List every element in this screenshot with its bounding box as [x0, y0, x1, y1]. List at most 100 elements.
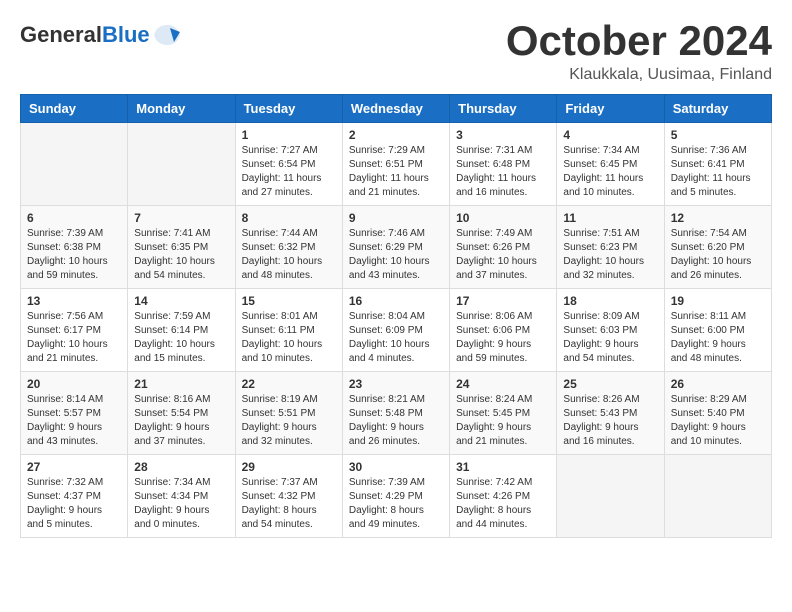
day-number: 29: [242, 460, 336, 474]
calendar-cell: 10 Sunrise: 7:49 AMSunset: 6:26 PMDayligh…: [450, 206, 557, 289]
day-of-week-header: Saturday: [664, 95, 771, 123]
day-number: 23: [349, 377, 443, 391]
day-number: 14: [134, 294, 228, 308]
day-info: Sunrise: 8:21 AMSunset: 5:48 PMDaylight:…: [349, 393, 443, 449]
calendar-cell: 2 Sunrise: 7:29 AMSunset: 6:51 PMDaylight…: [342, 123, 449, 206]
day-number: 16: [349, 294, 443, 308]
day-info: Sunrise: 8:26 AMSunset: 5:43 PMDaylight:…: [563, 393, 657, 449]
day-number: 21: [134, 377, 228, 391]
day-info: Sunrise: 7:44 AMSunset: 6:32 PMDaylight:…: [242, 227, 336, 283]
day-info: Sunrise: 7:29 AMSunset: 6:51 PMDaylight:…: [349, 144, 443, 200]
calendar-cell: 30 Sunrise: 7:39 AMSunset: 4:29 PMDayligh…: [342, 455, 449, 538]
calendar-cell: 11 Sunrise: 7:51 AMSunset: 6:23 PMDayligh…: [557, 206, 664, 289]
calendar-cell: 9 Sunrise: 7:46 AMSunset: 6:29 PMDaylight…: [342, 206, 449, 289]
day-number: 12: [671, 211, 765, 225]
day-of-week-header: Tuesday: [235, 95, 342, 123]
day-number: 27: [27, 460, 121, 474]
day-info: Sunrise: 7:42 AMSunset: 4:26 PMDaylight:…: [456, 476, 550, 532]
day-number: 3: [456, 128, 550, 142]
day-info: Sunrise: 8:01 AMSunset: 6:11 PMDaylight:…: [242, 310, 336, 366]
day-info: Sunrise: 8:14 AMSunset: 5:57 PMDaylight:…: [27, 393, 121, 449]
calendar-header-row: SundayMondayTuesdayWednesdayThursdayFrid…: [21, 95, 772, 123]
day-info: Sunrise: 7:39 AMSunset: 4:29 PMDaylight:…: [349, 476, 443, 532]
day-info: Sunrise: 7:49 AMSunset: 6:26 PMDaylight:…: [456, 227, 550, 283]
day-info: Sunrise: 7:39 AMSunset: 6:38 PMDaylight:…: [27, 227, 121, 283]
day-info: Sunrise: 7:37 AMSunset: 4:32 PMDaylight:…: [242, 476, 336, 532]
day-number: 13: [27, 294, 121, 308]
calendar-cell: 7 Sunrise: 7:41 AMSunset: 6:35 PMDaylight…: [128, 206, 235, 289]
day-of-week-header: Thursday: [450, 95, 557, 123]
day-info: Sunrise: 8:09 AMSunset: 6:03 PMDaylight:…: [563, 310, 657, 366]
calendar-cell: 13 Sunrise: 7:56 AMSunset: 6:17 PMDayligh…: [21, 289, 128, 372]
day-number: 26: [671, 377, 765, 391]
day-of-week-header: Friday: [557, 95, 664, 123]
day-number: 30: [349, 460, 443, 474]
calendar-week-row: 13 Sunrise: 7:56 AMSunset: 6:17 PMDayligh…: [21, 289, 772, 372]
calendar-cell: [128, 123, 235, 206]
day-info: Sunrise: 7:59 AMSunset: 6:14 PMDaylight:…: [134, 310, 228, 366]
day-info: Sunrise: 8:06 AMSunset: 6:06 PMDaylight:…: [456, 310, 550, 366]
calendar-cell: 25 Sunrise: 8:26 AMSunset: 5:43 PMDayligh…: [557, 372, 664, 455]
calendar-cell: 8 Sunrise: 7:44 AMSunset: 6:32 PMDaylight…: [235, 206, 342, 289]
calendar-cell: 26 Sunrise: 8:29 AMSunset: 5:40 PMDayligh…: [664, 372, 771, 455]
calendar-cell: 19 Sunrise: 8:11 AMSunset: 6:00 PMDayligh…: [664, 289, 771, 372]
day-number: 1: [242, 128, 336, 142]
calendar-cell: 16 Sunrise: 8:04 AMSunset: 6:09 PMDayligh…: [342, 289, 449, 372]
day-number: 8: [242, 211, 336, 225]
day-number: 17: [456, 294, 550, 308]
calendar-cell: 4Sunrise: 7:34 AMSunset: 6:45 PMDaylight…: [557, 123, 664, 206]
calendar-cell: [21, 123, 128, 206]
calendar-cell: [664, 455, 771, 538]
day-info: Sunrise: 7:56 AMSunset: 6:17 PMDaylight:…: [27, 310, 121, 366]
day-info: Sunrise: 8:19 AMSunset: 5:51 PMDaylight:…: [242, 393, 336, 449]
day-number: 19: [671, 294, 765, 308]
day-number: 11: [563, 211, 657, 225]
day-number: 31: [456, 460, 550, 474]
calendar-cell: 31 Sunrise: 7:42 AMSunset: 4:26 PMDayligh…: [450, 455, 557, 538]
title-section: October 2024 Klaukkala, Uusimaa, Finland: [506, 20, 772, 84]
calendar-cell: 1 Sunrise: 7:27 AMSunset: 6:54 PMDaylight…: [235, 123, 342, 206]
calendar-week-row: 6 Sunrise: 7:39 AMSunset: 6:38 PMDaylight…: [21, 206, 772, 289]
day-info: Sunrise: 7:34 AMSunset: 4:34 PMDaylight:…: [134, 476, 228, 532]
day-info: Sunrise: 7:51 AMSunset: 6:23 PMDaylight:…: [563, 227, 657, 283]
logo: GeneralBlue: [20, 20, 182, 50]
calendar-cell: 3 Sunrise: 7:31 AMSunset: 6:48 PMDaylight…: [450, 123, 557, 206]
calendar-cell: 28 Sunrise: 7:34 AMSunset: 4:34 PMDayligh…: [128, 455, 235, 538]
day-info: Sunrise: 8:29 AMSunset: 5:40 PMDaylight:…: [671, 393, 765, 449]
day-of-week-header: Wednesday: [342, 95, 449, 123]
day-info: Sunrise: 7:41 AMSunset: 6:35 PMDaylight:…: [134, 227, 228, 283]
calendar-week-row: 27 Sunrise: 7:32 AMSunset: 4:37 PMDayligh…: [21, 455, 772, 538]
calendar-cell: 6 Sunrise: 7:39 AMSunset: 6:38 PMDaylight…: [21, 206, 128, 289]
day-number: 15: [242, 294, 336, 308]
day-number: 28: [134, 460, 228, 474]
day-number: 10: [456, 211, 550, 225]
calendar-cell: 24 Sunrise: 8:24 AMSunset: 5:45 PMDayligh…: [450, 372, 557, 455]
day-number: 5: [671, 128, 765, 142]
day-info: Sunrise: 7:27 AMSunset: 6:54 PMDaylight:…: [242, 144, 336, 200]
day-number: 9: [349, 211, 443, 225]
calendar-cell: [557, 455, 664, 538]
day-number: 24: [456, 377, 550, 391]
day-info: Sunrise: 8:11 AMSunset: 6:00 PMDaylight:…: [671, 310, 765, 366]
calendar-cell: 22Sunrise: 8:19 AMSunset: 5:51 PMDayligh…: [235, 372, 342, 455]
calendar: SundayMondayTuesdayWednesdayThursdayFrid…: [20, 94, 772, 538]
day-number: 6: [27, 211, 121, 225]
day-info: Sunrise: 7:32 AMSunset: 4:37 PMDaylight:…: [27, 476, 121, 532]
calendar-week-row: 1 Sunrise: 7:27 AMSunset: 6:54 PMDaylight…: [21, 123, 772, 206]
day-number: 18: [563, 294, 657, 308]
day-number: 7: [134, 211, 228, 225]
logo-icon: [152, 20, 182, 50]
logo-general: GeneralBlue: [20, 22, 150, 48]
calendar-cell: 12Sunrise: 7:54 AMSunset: 6:20 PMDayligh…: [664, 206, 771, 289]
day-info: Sunrise: 8:04 AMSunset: 6:09 PMDaylight:…: [349, 310, 443, 366]
calendar-cell: 17 Sunrise: 8:06 AMSunset: 6:06 PMDayligh…: [450, 289, 557, 372]
day-number: 25: [563, 377, 657, 391]
month-title: October 2024: [506, 20, 772, 62]
day-info: Sunrise: 8:24 AMSunset: 5:45 PMDaylight:…: [456, 393, 550, 449]
calendar-week-row: 20Sunrise: 8:14 AMSunset: 5:57 PMDayligh…: [21, 372, 772, 455]
calendar-cell: 18 Sunrise: 8:09 AMSunset: 6:03 PMDayligh…: [557, 289, 664, 372]
location-title: Klaukkala, Uusimaa, Finland: [506, 66, 772, 84]
day-info: Sunrise: 7:31 AMSunset: 6:48 PMDaylight:…: [456, 144, 550, 200]
day-info: Sunrise: 7:46 AMSunset: 6:29 PMDaylight:…: [349, 227, 443, 283]
day-number: 2: [349, 128, 443, 142]
